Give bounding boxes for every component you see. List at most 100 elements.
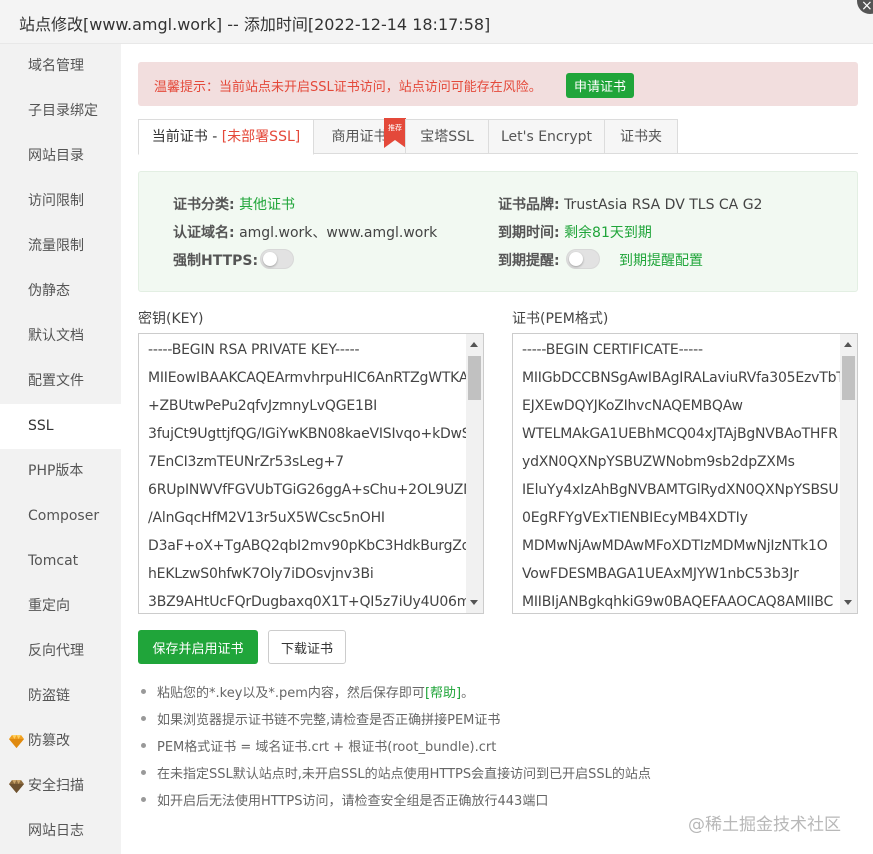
cert-info-panel: 证书分类: 其他证书 认证域名: amgl.work、www.amgl.work… (138, 171, 858, 292)
diamond-icon (9, 735, 24, 748)
force-https-label: 强制HTTPS: (173, 253, 259, 269)
sidebar-item-reverse-proxy[interactable]: 反向代理 (0, 629, 121, 674)
key-line: /AlnGqcHfM2V13r5uX5WCsc5nOHI (148, 510, 385, 526)
cert-category-label: 证书分类: (173, 197, 235, 213)
key-line: MIIEowIBAAKCAQEArmvhrpuHIC6AnRTZgWTKA (148, 370, 469, 386)
save-enable-cert-button[interactable]: 保存并启用证书 (138, 630, 258, 664)
sidebar-item-config[interactable]: 配置文件 (0, 359, 121, 404)
ssl-warning-banner: 温馨提示：当前站点未开启SSL证书访问，站点访问可能存在风险。 申请证书 (138, 62, 858, 106)
dialog-title: 站点修改[www.amgl.work] -- 添加时间[2022-12-14 1… (19, 15, 491, 34)
sidebar-item-label: 安全扫描 (28, 778, 84, 794)
cert-brand-value: TrustAsia RSA DV TLS CA G2 (564, 197, 763, 213)
cert-line: WTELMAkGA1UEBhMCQ04xJTAjBgNVBAoTHFR (522, 426, 838, 442)
cert-line: VowFDESMBAGA1UEAxMJYW1nbC53b3Jr (522, 566, 799, 582)
note-suffix: 。 (461, 686, 475, 701)
key-scrollbar[interactable] (466, 334, 483, 613)
cert-line: -----BEGIN CERTIFICATE----- (522, 342, 703, 358)
sidebar-item-ssl[interactable]: SSL (0, 404, 121, 449)
sidebar-item-hotlink[interactable]: 防盗链 (0, 674, 121, 719)
help-link[interactable]: [帮助] (425, 686, 461, 701)
tab-current-status: [未部署SSL] (221, 129, 301, 145)
cert-line: MIIGbDCCBNSgAwIBAgIRALaviuRVfa305EzvTbT (522, 370, 845, 386)
sidebar-item-security-scan[interactable]: 安全扫描 (0, 764, 121, 809)
cert-line: IEluYy4xIzAhBgNVBAMTGlRydXN0QXNpYSBSU (522, 482, 839, 498)
note-text: PEM格式证书 = 域名证书.crt + 根证书(root_bundle).cr… (157, 740, 497, 755)
note-text: 如开启后无法使用HTTPS访问，请检查安全组是否正确放行443端口 (157, 794, 549, 809)
sidebar-item-domain[interactable]: 域名管理 (0, 44, 121, 89)
note-text: 在未指定SSL默认站点时,未开启SSL的站点使用HTTPS会直接访问到已开启SS… (157, 767, 651, 782)
sidebar-item-rewrite[interactable]: 伪静态 (0, 269, 121, 314)
cert-line: 0EgRFYgVExTIENBIEcyMB4XDTIy (522, 510, 748, 526)
sidebar-item-php-version[interactable]: PHP版本 (0, 449, 121, 494)
cert-category: 证书分类: 其他证书 (173, 194, 295, 214)
scroll-thumb[interactable] (842, 356, 855, 400)
tab-letsencrypt[interactable]: Let's Encrypt (488, 119, 605, 154)
cert-expire: 到期时间: 剩余81天到期 (498, 222, 652, 242)
scroll-down-icon[interactable] (844, 600, 852, 605)
apply-cert-button[interactable]: 申请证书 (566, 73, 634, 98)
diamond-icon (9, 780, 24, 793)
note-text: 如果浏览器提示证书链不完整,请检查是否正确拼接PEM证书 (157, 713, 501, 728)
sidebar-item-tamper-proof[interactable]: 防篡改 (0, 719, 121, 764)
force-https-toggle[interactable] (260, 249, 294, 269)
expire-remind: 到期提醒: (498, 250, 560, 270)
sidebar-item-access-limit[interactable]: 访问限制 (0, 179, 121, 224)
cert-scrollbar[interactable] (840, 334, 857, 613)
scroll-up-icon[interactable] (470, 342, 478, 347)
sidebar-item-redirect[interactable]: 重定向 (0, 584, 121, 629)
recommend-ribbon-icon: 推荐 (384, 118, 406, 148)
key-line: hEKLzwS0hfwK7Oly7iDOsvjnv3Bi (148, 566, 374, 582)
sidebar-item-label: 防篡改 (28, 733, 70, 749)
cert-brand-label: 证书品牌: (498, 197, 560, 213)
cert-line: MDMwNjAwMDAwMFoXDTIzMDMwNjIzNTk1O (522, 538, 828, 554)
key-textarea[interactable]: -----BEGIN RSA PRIVATE KEY----- MIIEowIB… (138, 333, 484, 614)
sidebar-item-site-dir[interactable]: 网站目录 (0, 134, 121, 179)
key-line: +ZBUtwPePu2qfvJzmnyLvQGE1BI (148, 398, 378, 414)
tab-commercial-label: 商用证书 (331, 129, 388, 145)
dialog-titlebar: 站点修改[www.amgl.work] -- 添加时间[2022-12-14 1… (0, 0, 873, 44)
watermark: @稀土掘金技术社区 (688, 815, 841, 835)
warning-text: 温馨提示：当前站点未开启SSL证书访问，站点访问可能存在风险。 (154, 80, 542, 95)
key-line: 7EnCI3zmTEUNrZr53sLeg+7 (148, 454, 344, 470)
sidebar-item-default-doc[interactable]: 默认文档 (0, 314, 121, 359)
sidebar-item-traffic-limit[interactable]: 流量限制 (0, 224, 121, 269)
cert-expire-value: 剩余81天到期 (564, 225, 652, 241)
note-text-main: 粘贴您的*.key以及*.pem内容，然后保存即可 (157, 686, 425, 701)
cert-domain: 认证域名: amgl.work、www.amgl.work (173, 222, 437, 242)
scroll-down-icon[interactable] (470, 600, 478, 605)
cert-line: MIIBIjANBgkqhkiG9w0BAQEFAAOCAQ8AMIIBC (522, 594, 834, 610)
download-cert-button[interactable]: 下载证书 (268, 630, 346, 664)
cert-textarea[interactable]: -----BEGIN CERTIFICATE----- MIIGbDCCBNSg… (512, 333, 858, 614)
key-label: 密钥(KEY) (138, 311, 204, 327)
cert-brand: 证书品牌: TrustAsia RSA DV TLS CA G2 (498, 194, 762, 214)
tab-cert-folder[interactable]: 证书夹 (604, 119, 678, 154)
cert-line: ydXN0QXNpYSBUZWNobm9sb2dpZXMs (522, 454, 795, 470)
expire-remind-config-link[interactable]: 到期提醒配置 (619, 250, 703, 270)
sidebar-item-tomcat[interactable]: Tomcat (0, 539, 121, 584)
ssl-tabs: 当前证书 - [未部署SSL] 商用证书 推荐 宝塔SSL Let's Encr… (138, 118, 858, 155)
key-line: 3fujCt9UgttjfQG/IGiYwKBN08kaeVISIvqo+kDw… (148, 426, 471, 442)
cert-domain-value: amgl.work、www.amgl.work (239, 225, 438, 241)
scroll-up-icon[interactable] (844, 342, 852, 347)
close-icon[interactable]: × (857, 0, 873, 14)
key-line: 3BZ9AHtUcFQrDugbaxq0X1T+QI5z7iUy4U06m7 (148, 594, 479, 610)
recommend-badge-text: 推荐 (388, 123, 402, 132)
tab-baota-ssl[interactable]: 宝塔SSL (405, 119, 489, 154)
cert-label: 证书(PEM格式) (512, 311, 609, 327)
cert-line: EJXEwDQYJKoZIhvcNAQEMBQAw (522, 398, 743, 414)
cert-expire-label: 到期时间: (498, 225, 560, 241)
note-text: 粘贴您的*.key以及*.pem内容，然后保存即可[帮助]。 (157, 682, 474, 701)
cert-category-value: 其他证书 (239, 197, 296, 213)
tab-current-cert[interactable]: 当前证书 - [未部署SSL] (138, 119, 314, 155)
key-line: 6RUpINWVfFGVUbTGiG26ggA+sChu+2OL9UZN (148, 482, 474, 498)
sidebar-item-subdir[interactable]: 子目录绑定 (0, 89, 121, 134)
key-line: -----BEGIN RSA PRIVATE KEY----- (148, 342, 360, 358)
key-line: D3aF+oX+TgABQ2qbI2mv90pKbC3HdkBurgZd (148, 538, 471, 554)
sidebar-item-composer[interactable]: Composer (0, 494, 121, 539)
expire-remind-label: 到期提醒: (498, 253, 560, 269)
sidebar-item-site-log[interactable]: 网站日志 (0, 809, 121, 854)
scroll-thumb[interactable] (468, 356, 481, 400)
sidebar: 域名管理 子目录绑定 网站目录 访问限制 流量限制 伪静态 默认文档 配置文件 … (0, 44, 121, 854)
expire-remind-toggle[interactable] (566, 249, 600, 269)
force-https: 强制HTTPS: (173, 250, 258, 270)
